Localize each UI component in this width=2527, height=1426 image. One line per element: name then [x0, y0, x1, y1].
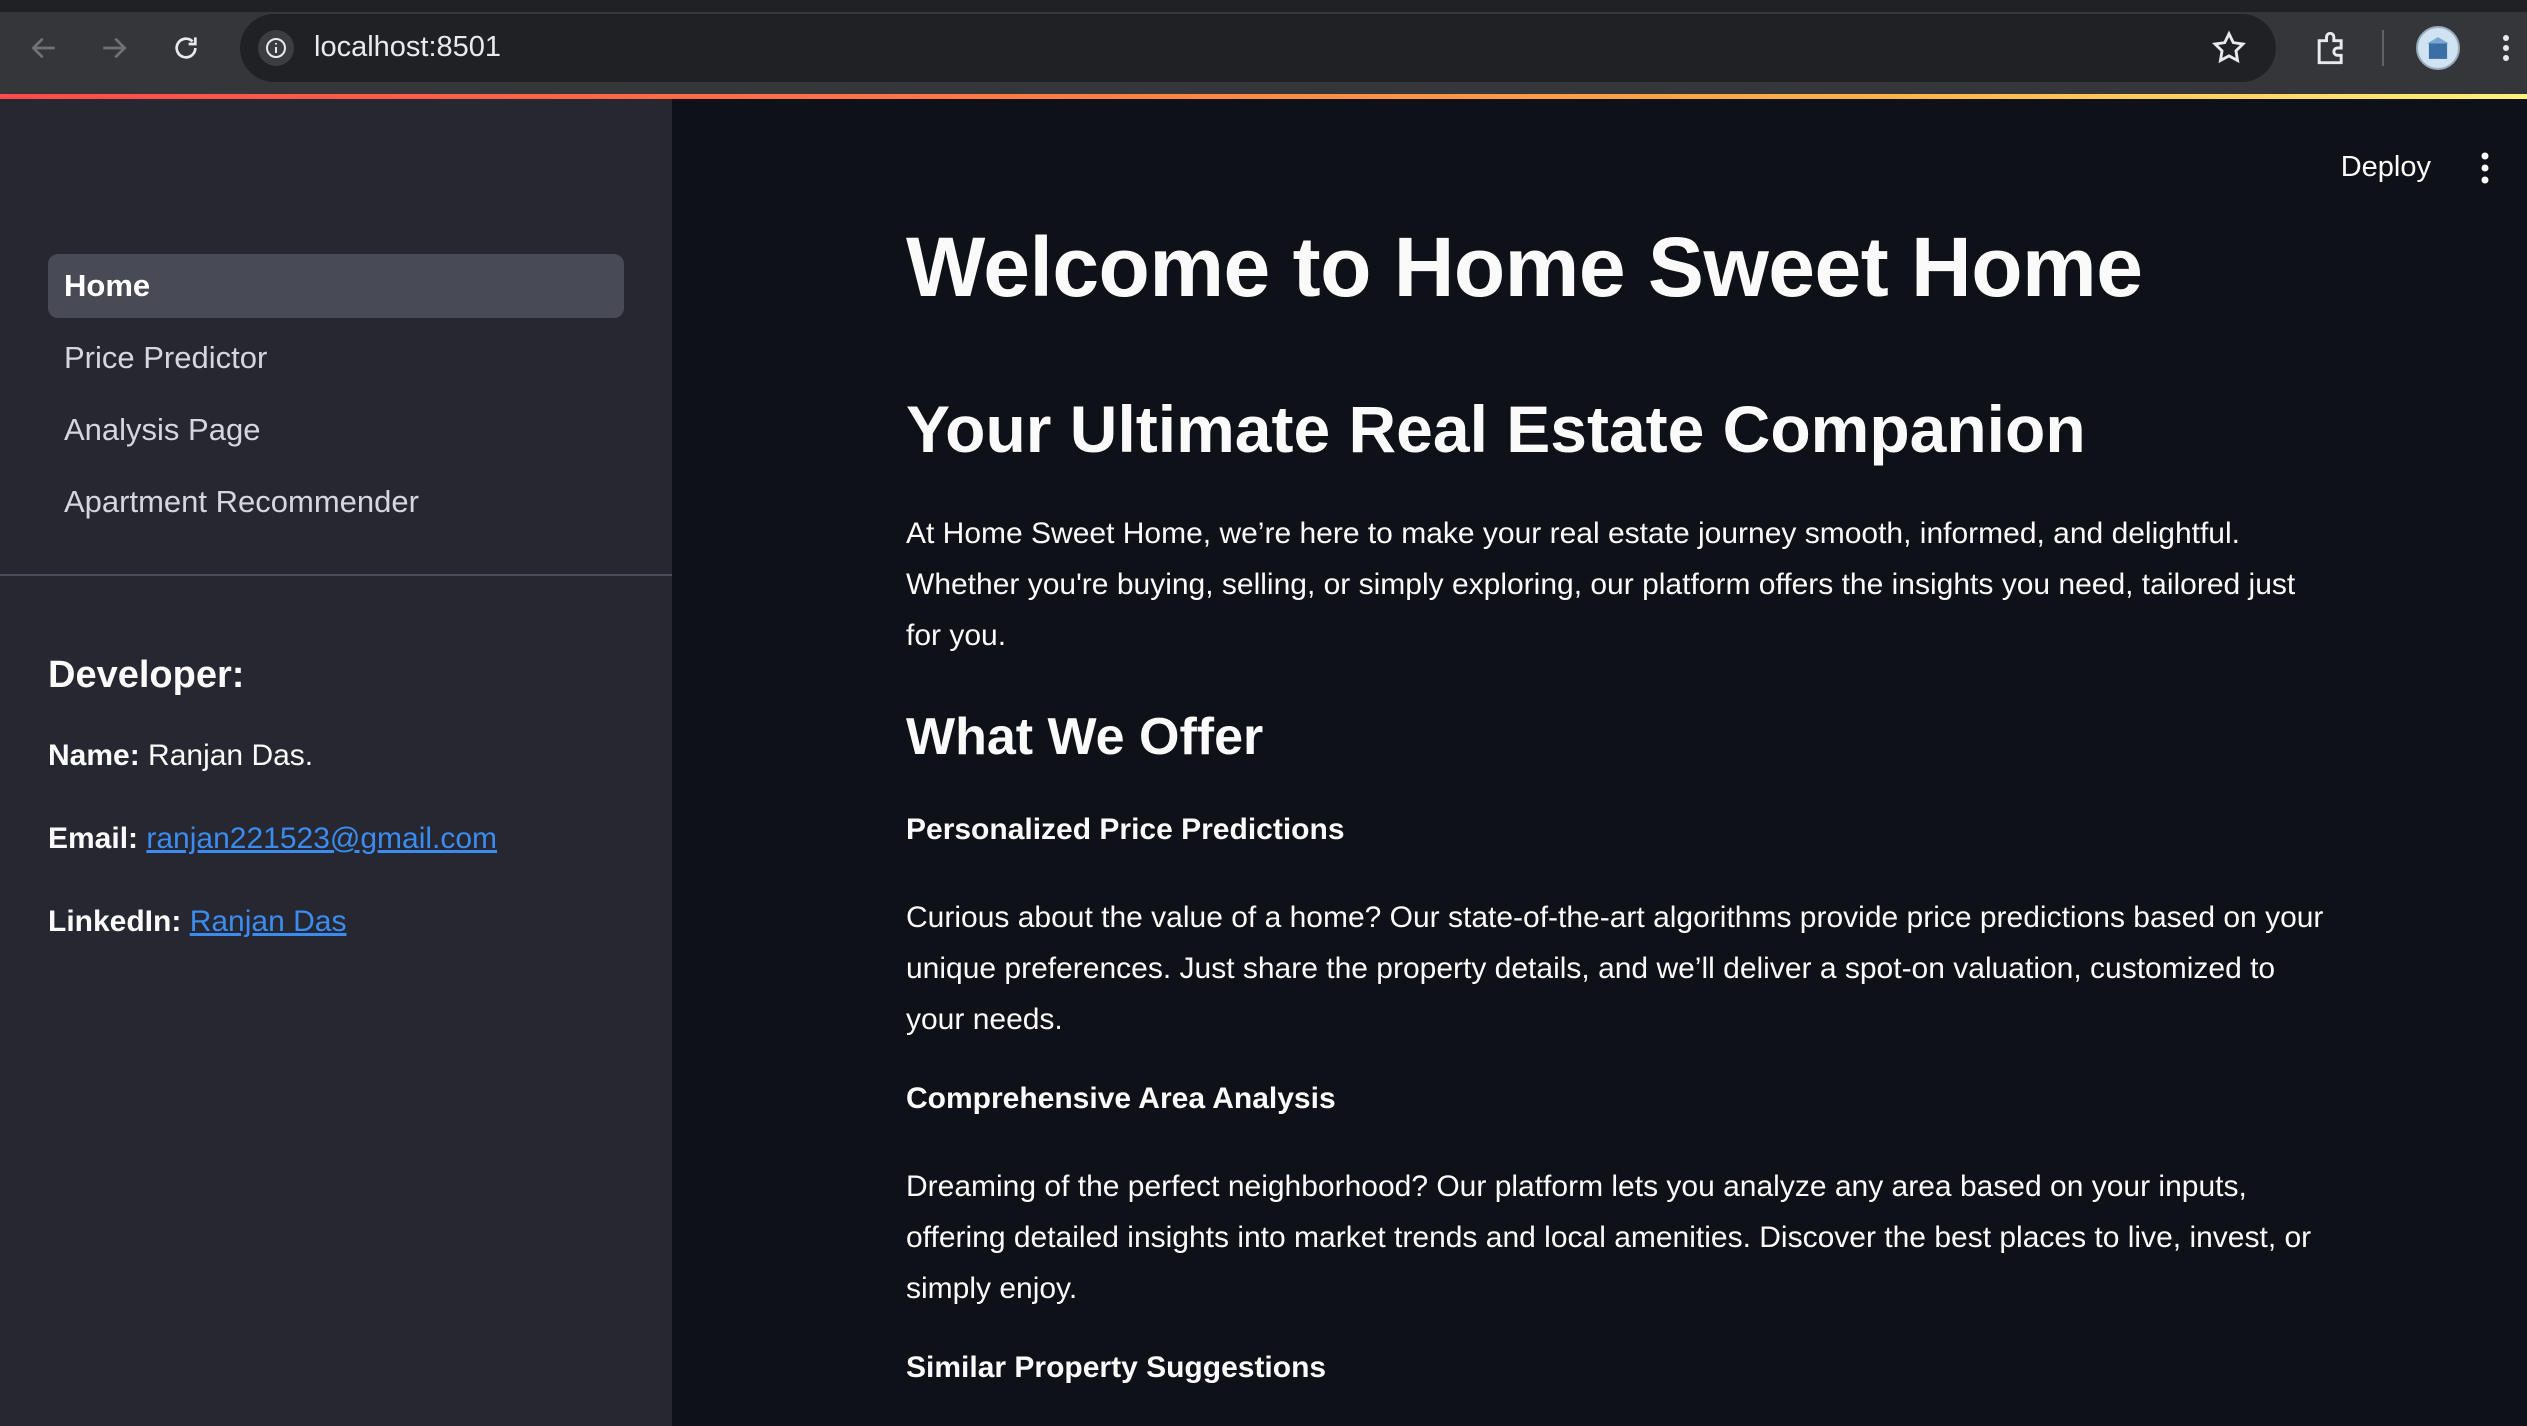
- browser-toolbar: localhost:8501: [0, 0, 2527, 96]
- page-subtitle: Your Ultimate Real Estate Companion: [906, 392, 2086, 466]
- developer-linkedin: LinkedIn: Ranjan Das: [48, 905, 346, 939]
- developer-email: Email: ranjan221523@gmail.com: [48, 822, 497, 856]
- sidebar-item-home[interactable]: Home: [48, 254, 624, 318]
- sidebar-item-analysis-page[interactable]: Analysis Page: [48, 398, 624, 462]
- extensions-icon[interactable]: [2310, 26, 2354, 70]
- name-value: Ranjan Das.: [148, 739, 314, 772]
- forward-icon[interactable]: [92, 26, 136, 70]
- sidebar: Home Price Predictor Analysis Page Apart…: [0, 99, 672, 1426]
- page-title: Welcome to Home Sweet Home: [906, 220, 2143, 314]
- main-menu-icon[interactable]: [2477, 151, 2493, 185]
- developer-name: Name: Ranjan Das.: [48, 739, 313, 773]
- linkedin-link[interactable]: Ranjan Das: [190, 905, 347, 938]
- deploy-button[interactable]: Deploy: [2341, 151, 2431, 184]
- section-title-similar-properties: Similar Property Suggestions: [906, 1351, 1327, 1384]
- offer-heading: What We Offer: [906, 708, 1264, 766]
- sidebar-item-label: Analysis Page: [64, 412, 261, 447]
- url-text[interactable]: localhost:8501: [314, 31, 501, 64]
- sidebar-item-label: Home: [64, 268, 151, 303]
- email-label: Email:: [48, 822, 139, 855]
- profile-avatar[interactable]: [2416, 26, 2460, 70]
- site-info-icon[interactable]: [258, 30, 294, 66]
- tab-strip: [0, 0, 2527, 12]
- sidebar-item-apartment-recommender[interactable]: Apartment Recommender: [48, 470, 624, 534]
- sidebar-nav: Home Price Predictor Analysis Page Apart…: [48, 254, 624, 542]
- developer-heading: Developer:: [48, 654, 245, 696]
- toolbar-separator: [2382, 30, 2384, 66]
- address-bar[interactable]: localhost:8501: [240, 14, 2276, 82]
- section-body-price-predictions: Curious about the value of a home? Our s…: [906, 901, 2324, 1036]
- sidebar-item-label: Apartment Recommender: [64, 484, 419, 519]
- reload-icon[interactable]: [164, 26, 208, 70]
- browser-menu-icon[interactable]: [2500, 26, 2527, 70]
- sidebar-divider: [0, 574, 672, 576]
- bookmark-star-icon[interactable]: [2210, 29, 2248, 67]
- sidebar-item-price-predictor[interactable]: Price Predictor: [48, 326, 624, 390]
- linkedin-label: LinkedIn:: [48, 905, 182, 938]
- intro-paragraph: At Home Sweet Home, we’re here to make y…: [906, 517, 2296, 652]
- back-icon[interactable]: [22, 26, 66, 70]
- section-body-area-analysis: Dreaming of the perfect neighborhood? Ou…: [906, 1170, 2312, 1305]
- email-link[interactable]: ranjan221523@gmail.com: [146, 822, 497, 855]
- name-label: Name:: [48, 739, 140, 772]
- section-title-area-analysis: Comprehensive Area Analysis: [906, 1082, 1336, 1115]
- sidebar-item-label: Price Predictor: [64, 340, 268, 375]
- section-title-price-predictions: Personalized Price Predictions: [906, 813, 1345, 846]
- main-content: Deploy Welcome to Home Sweet Home Your U…: [672, 99, 2527, 1426]
